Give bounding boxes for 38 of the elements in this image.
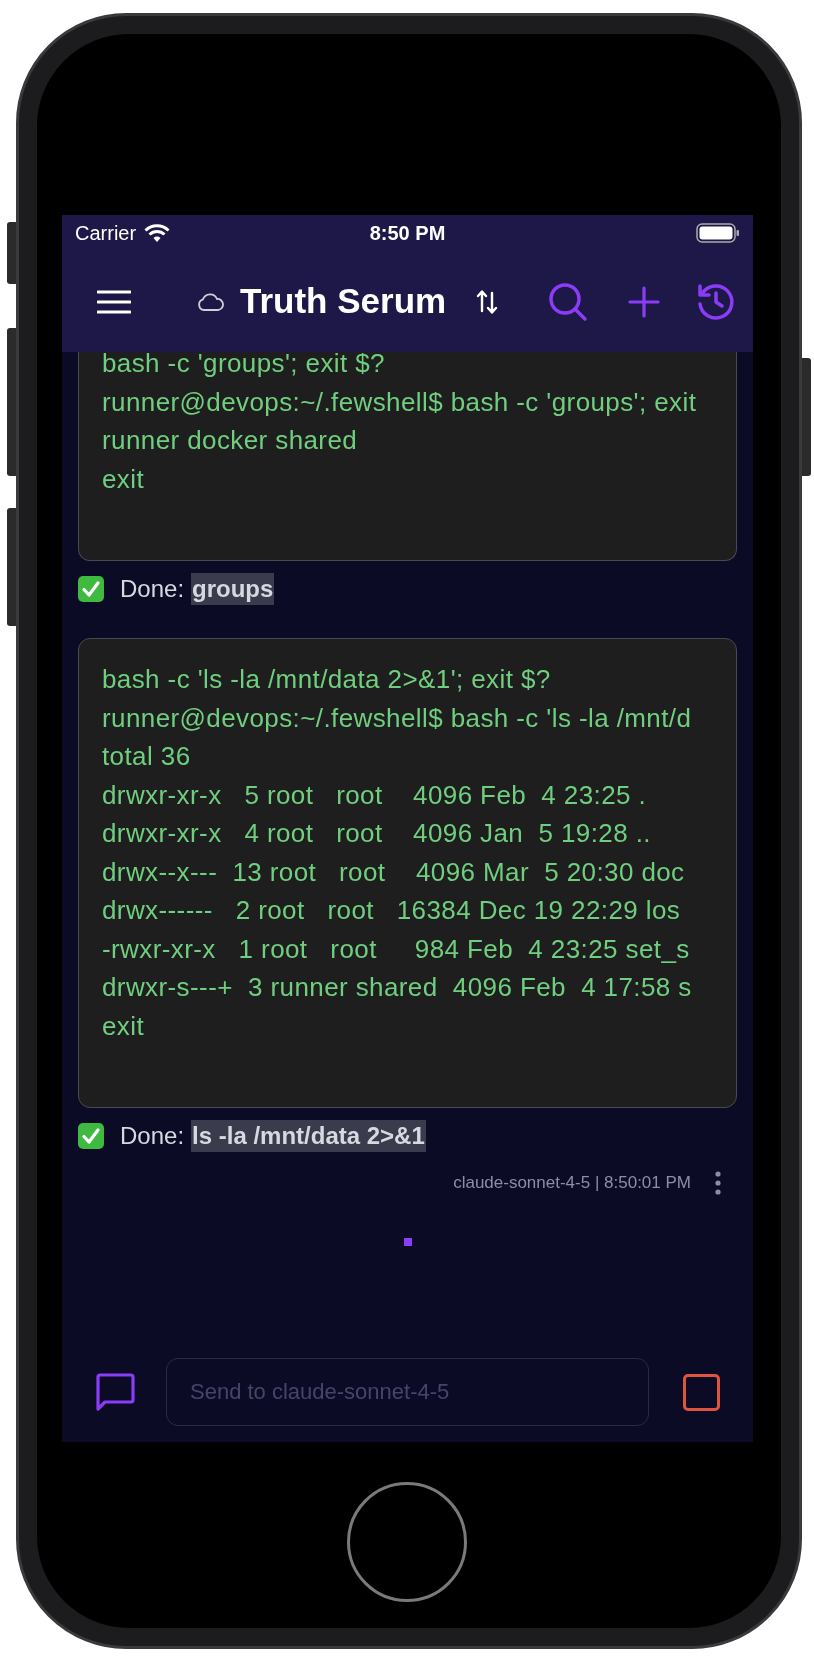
terminal-line: -rwxr-xr-x 1 root root 984 Feb 4 23:25 set_s <box>102 932 690 966</box>
command-code: ls -la /mnt/data 2>&1 <box>191 1120 426 1152</box>
cloud-icon <box>197 292 224 311</box>
conversation-title[interactable]: Truth Serum <box>240 275 447 328</box>
terminal-line: runner docker shared <box>102 424 358 457</box>
check-icon <box>78 576 104 602</box>
chat-icon[interactable] <box>94 1372 136 1412</box>
home-button[interactable] <box>347 1482 467 1602</box>
terminal-line: total 36 <box>102 740 191 773</box>
terminal-line: runner@devops:~/.fewshell$ bash -c 'groups'; exit <box>102 385 697 419</box>
more-icon[interactable] <box>715 1171 721 1195</box>
typing-indicator <box>403 1238 412 1246</box>
check-icon <box>78 1123 104 1149</box>
terminal-line: drwx--x--- 13 root root 4096 Mar 5 20:30 doc <box>102 855 685 889</box>
sort-arrows-icon[interactable] <box>476 288 499 315</box>
stop-button[interactable] <box>683 1373 720 1411</box>
history-icon[interactable] <box>696 281 736 322</box>
battery-icon <box>696 223 740 243</box>
command-code: groups <box>191 573 275 605</box>
plus-icon[interactable] <box>628 285 660 318</box>
terminal-line: runner@devops:~/.fewshell$ bash -c 'ls -la /mnt/d <box>102 701 692 735</box>
terminal-line: bash -c 'ls -la /mnt/data 2>&1'; exit $? <box>102 663 551 696</box>
search-icon[interactable] <box>548 281 588 322</box>
menu-icon[interactable] <box>97 288 131 315</box>
carrier-label: Carrier <box>75 221 137 246</box>
terminal-line: drwxr-s---+ 3 runner shared 4096 Feb 4 17:58 s <box>102 971 692 1004</box>
status-time: 8:50 PM <box>369 221 446 246</box>
terminal-line: exit <box>102 1009 145 1043</box>
wifi-icon <box>144 223 171 243</box>
status-label: Done: <box>120 1121 185 1151</box>
terminal-line: bash -c 'groups'; exit $? <box>102 352 385 380</box>
terminal-line: drwx------ 2 root root 16384 Dec 19 22:29 los <box>102 894 681 927</box>
terminal-line: drwxr-xr-x 5 root root 4096 Feb 4 23:25 . <box>102 778 647 812</box>
terminal-line: exit <box>102 462 145 496</box>
message-input[interactable]: Send to claude-sonnet-4-5 <box>166 1358 649 1426</box>
message-meta: claude-sonnet-4-5 | 8:50:01 PM <box>453 1172 691 1195</box>
terminal-line: drwxr-xr-x 4 root root 4096 Jan 5 19:28 .. <box>102 817 651 850</box>
status-label: Done: <box>120 574 185 604</box>
